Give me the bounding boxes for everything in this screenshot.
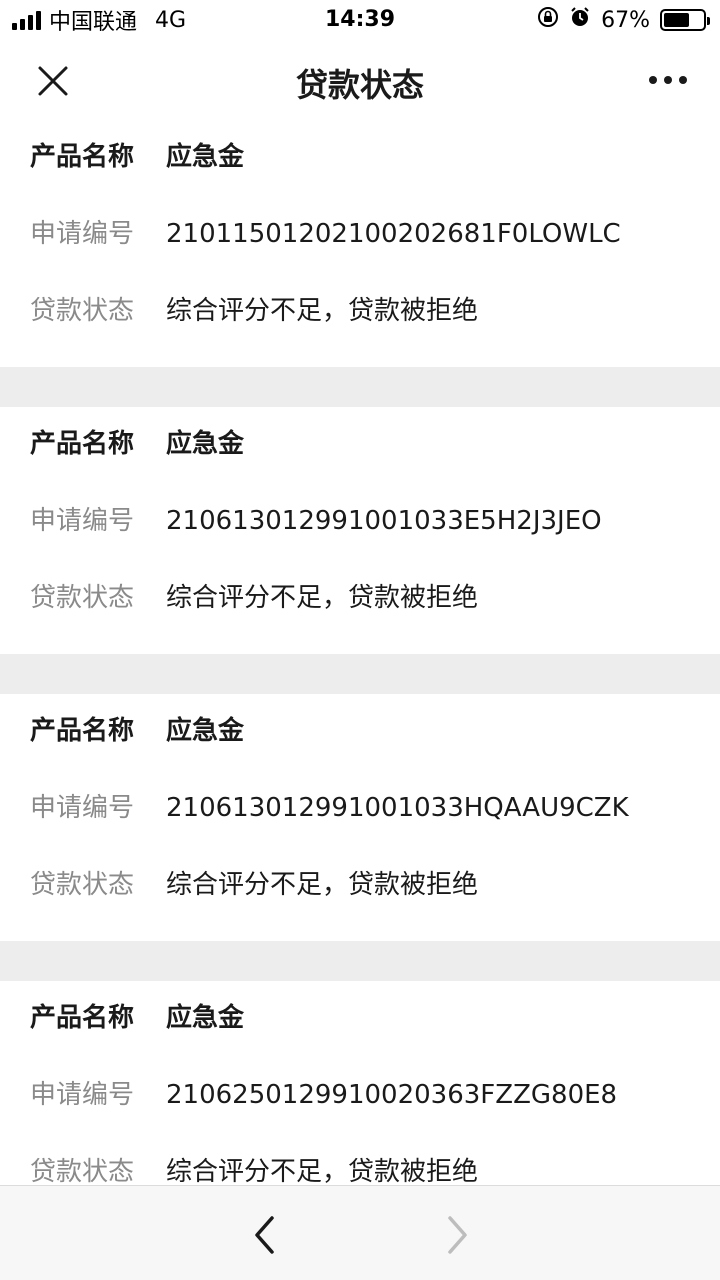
product-row: 产品名称 应急金 <box>30 1001 244 1035</box>
loan-status-label: 贷款状态 <box>30 1157 135 1187</box>
application-number-value: 210613012991001033E5H2J3JEO <box>166 506 602 536</box>
card-separator <box>0 654 720 694</box>
status-bar: 中国联通 4G 14:39 67% <box>0 0 720 40</box>
loan-card: 产品名称 应急金 申请编号 210613012991001033E5H2J3JE… <box>0 407 720 654</box>
forward-button[interactable] <box>436 1210 480 1260</box>
loan-card: 产品名称 应急金 申请编号 21011501202100202681F0LOWL… <box>0 120 720 367</box>
more-icon <box>649 76 687 84</box>
application-number-label: 申请编号 <box>30 506 135 536</box>
card-separator <box>0 941 720 981</box>
application-number-value: 2106250129910020363FZZG80E8 <box>166 1080 618 1110</box>
product-label: 产品名称 <box>30 429 135 459</box>
product-value: 应急金 <box>166 716 245 746</box>
loan-card: 产品名称 应急金 申请编号 210613012991001033HQAAU9CZ… <box>0 694 720 941</box>
loan-list: 产品名称 应急金 申请编号 21011501202100202681F0LOWL… <box>0 120 720 1228</box>
alarm-icon <box>569 6 591 34</box>
application-number-value: 210613012991001033HQAAU9CZK <box>166 793 629 823</box>
loan-status-value: 综合评分不足，贷款被拒绝 <box>166 1157 479 1187</box>
loan-status-value: 综合评分不足，贷款被拒绝 <box>166 870 479 900</box>
more-button[interactable] <box>646 60 690 100</box>
application-number-label: 申请编号 <box>30 219 135 249</box>
application-number-label: 申请编号 <box>30 793 135 823</box>
status-right: 67% <box>537 0 710 40</box>
loan-status-label: 贷款状态 <box>30 583 135 613</box>
page-title: 贷款状态 <box>295 66 424 104</box>
loan-status-row: 贷款状态 综合评分不足，贷款被拒绝 <box>30 1155 478 1189</box>
loan-status-row: 贷款状态 综合评分不足，贷款被拒绝 <box>30 294 478 328</box>
application-number-value: 21011501202100202681F0LOWLC <box>166 219 621 249</box>
back-button[interactable] <box>242 1210 286 1260</box>
loan-status-label: 贷款状态 <box>30 870 135 900</box>
application-number-label: 申请编号 <box>30 1080 135 1110</box>
product-value: 应急金 <box>166 142 245 172</box>
card-separator <box>0 367 720 407</box>
loan-status-label: 贷款状态 <box>30 296 135 326</box>
application-number-row: 申请编号 21011501202100202681F0LOWLC <box>30 217 621 251</box>
product-label: 产品名称 <box>30 716 135 746</box>
nav-bar: 贷款状态 <box>0 40 720 120</box>
bottom-toolbar <box>0 1185 720 1280</box>
application-number-row: 申请编号 2106250129910020363FZZG80E8 <box>30 1078 617 1112</box>
product-value: 应急金 <box>166 429 245 459</box>
application-number-row: 申请编号 210613012991001033E5H2J3JEO <box>30 504 602 538</box>
rotation-lock-icon <box>537 6 559 34</box>
loan-status-row: 贷款状态 综合评分不足，贷款被拒绝 <box>30 581 478 615</box>
loan-status-value: 综合评分不足，贷款被拒绝 <box>166 583 479 613</box>
application-number-row: 申请编号 210613012991001033HQAAU9CZK <box>30 791 629 825</box>
product-row: 产品名称 应急金 <box>30 140 244 174</box>
loan-status-value: 综合评分不足，贷款被拒绝 <box>166 296 479 326</box>
chevron-left-icon <box>255 1216 274 1254</box>
battery-icon <box>660 9 710 31</box>
battery-fill <box>664 13 690 27</box>
battery-percent: 67% <box>601 7 650 33</box>
product-value: 应急金 <box>166 1003 245 1033</box>
product-row: 产品名称 应急金 <box>30 714 244 748</box>
product-row: 产品名称 应急金 <box>30 427 244 461</box>
product-label: 产品名称 <box>30 142 135 172</box>
chevron-right-icon <box>448 1216 467 1254</box>
product-label: 产品名称 <box>30 1003 135 1033</box>
loan-status-row: 贷款状态 综合评分不足，贷款被拒绝 <box>30 868 478 902</box>
